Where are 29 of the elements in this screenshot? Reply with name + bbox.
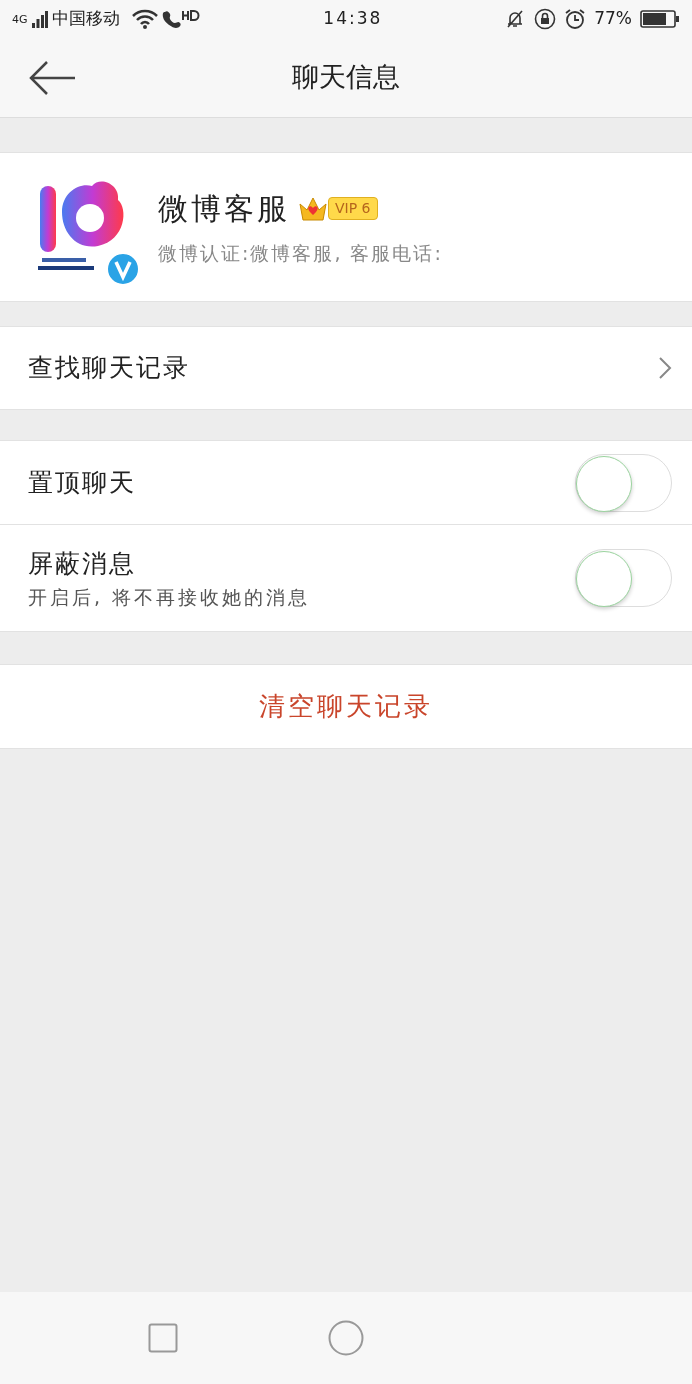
home-button-icon[interactable] [328,1320,364,1356]
search-history-label: 查找聊天记录 [28,352,191,385]
vip-level-label: VIP 6 [328,197,378,221]
verified-badge-icon [106,252,140,286]
alarm-icon [564,8,587,30]
clear-history-button[interactable]: 清空聊天记录 [0,664,692,749]
verification-text: 微博认证:微博客服, 客服电话: [158,241,444,267]
network-type-label: 4G [12,12,28,29]
recent-apps-icon[interactable] [148,1323,178,1353]
rotation-lock-icon [534,8,557,30]
setting-hint: 开启后, 将不再接收她的消息 [28,584,312,610]
setting-label: 屏蔽消息 [28,548,137,580]
toggle-switch[interactable] [575,453,672,512]
crown-icon [298,195,328,222]
clock-label: 14:38 [322,7,384,31]
battery-icon [640,10,680,28]
signal-icon [31,10,48,28]
battery-percent-label: 77% [594,7,632,31]
setting-label: 置顶聊天 [28,466,137,499]
wifi-icon [131,9,158,29]
search-history-row[interactable]: 查找聊天记录 [0,326,692,410]
carrier-label: 中国移动 [51,7,120,31]
back-arrow-icon[interactable] [28,60,76,96]
profile-card[interactable]: 微博客服 VIP 6 微博认证:微博客服, 客服电话: [0,152,692,302]
chevron-right-icon [658,356,672,380]
page-title: 聊天信息 [292,60,400,95]
hd-call-icon [161,9,202,29]
toggle-switch[interactable] [575,549,672,607]
contact-name: 微博客服 [158,190,290,229]
